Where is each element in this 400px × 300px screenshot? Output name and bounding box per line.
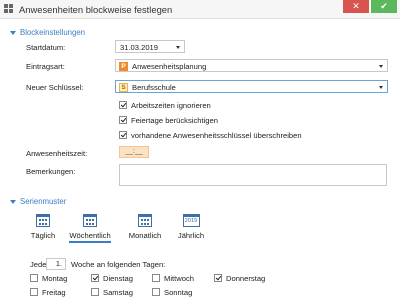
chevron-down-icon — [379, 65, 383, 68]
planning-badge-icon: P — [119, 62, 128, 71]
close-button[interactable]: ✕ — [343, 0, 369, 13]
wednesday-label: Mittwoch — [164, 274, 194, 283]
calendar-icon — [36, 214, 50, 227]
friday-checkbox[interactable] — [30, 288, 38, 296]
pattern-daily[interactable]: Täglich — [30, 214, 56, 240]
new-key-value: Berufsschule — [132, 83, 176, 92]
title-bar: Anwesenheiten blockweise festlegen ✕ ✔ — [0, 0, 400, 19]
pattern-yearly[interactable]: 2019 Jährlich — [176, 214, 206, 240]
holidays-label: Feiertage berücksichtigen — [131, 116, 218, 125]
app-grid-icon — [4, 4, 14, 14]
pattern-monthly-label: Monatlich — [128, 231, 162, 240]
attendance-time-label: Anwesenheitszeit: — [26, 149, 88, 158]
entry-type-value: Anwesenheitsplanung — [132, 62, 207, 71]
pattern-weekly[interactable]: Wöchentlich — [69, 214, 111, 243]
thursday-checkbox[interactable] — [214, 274, 222, 282]
overwrite-keys-label: vorhandene Anwesenheitsschlüssel übersch… — [131, 131, 302, 140]
chevron-down-icon — [379, 86, 383, 89]
monday-label: Montag — [42, 274, 68, 283]
ignore-worktime-checkbox[interactable] — [119, 101, 127, 109]
section-header-block-settings[interactable]: Blockeinstellungen — [10, 28, 85, 37]
thursday-label: Donnerstag — [226, 274, 266, 283]
saturday-label: Samstag — [103, 288, 133, 297]
overwrite-keys-checkbox[interactable] — [119, 131, 127, 139]
entry-type-select[interactable]: P Anwesenheitsplanung — [115, 59, 388, 72]
monday-checkbox[interactable] — [30, 274, 38, 282]
new-key-label: Neuer Schlüssel: — [26, 83, 84, 92]
ignore-worktime-label: Arbeitszeiten ignorieren — [131, 101, 211, 110]
school-badge-icon: S — [119, 83, 128, 92]
every-label: Jede — [30, 260, 47, 269]
window-title: Anwesenheiten blockweise festlegen — [19, 4, 173, 15]
attendance-time-input[interactable]: __:__ — [119, 146, 149, 158]
pattern-daily-label: Täglich — [30, 231, 56, 240]
section-header-series[interactable]: Serienmuster — [10, 197, 66, 206]
remarks-label: Bemerkungen: — [26, 167, 76, 176]
pattern-monthly[interactable]: Monatlich — [127, 214, 163, 240]
wednesday-checkbox[interactable] — [152, 274, 160, 282]
sunday-checkbox[interactable] — [152, 288, 160, 296]
ok-button[interactable]: ✔ — [371, 0, 397, 13]
pattern-yearly-label: Jährlich — [177, 231, 205, 240]
start-date-picker[interactable]: 31.03.2019 — [115, 40, 185, 53]
friday-label: Freitag — [42, 288, 66, 297]
sunday-label: Sonntag — [164, 288, 193, 297]
calendar-icon — [83, 214, 97, 227]
tuesday-label: Dienstag — [103, 274, 133, 283]
calendar-icon — [138, 214, 152, 227]
start-date-label: Startdatum: — [26, 43, 66, 52]
entry-type-label: Eintragsart: — [26, 62, 65, 71]
collapse-triangle-icon — [10, 199, 16, 204]
collapse-triangle-icon — [10, 30, 16, 35]
remarks-input[interactable] — [119, 164, 387, 186]
chevron-down-icon — [176, 46, 180, 49]
week-days-label: Woche an folgenden Tagen: — [71, 260, 166, 269]
pattern-weekly-label: Wöchentlich — [69, 231, 111, 243]
calendar-year-icon: 2019 — [182, 214, 200, 227]
tuesday-checkbox[interactable] — [91, 274, 99, 282]
holidays-checkbox[interactable] — [119, 116, 127, 124]
saturday-checkbox[interactable] — [91, 288, 99, 296]
start-date-value: 31.03.2019 — [120, 43, 159, 52]
week-interval-input[interactable]: 1. — [46, 258, 66, 270]
new-key-select[interactable]: S Berufsschule — [115, 80, 388, 93]
